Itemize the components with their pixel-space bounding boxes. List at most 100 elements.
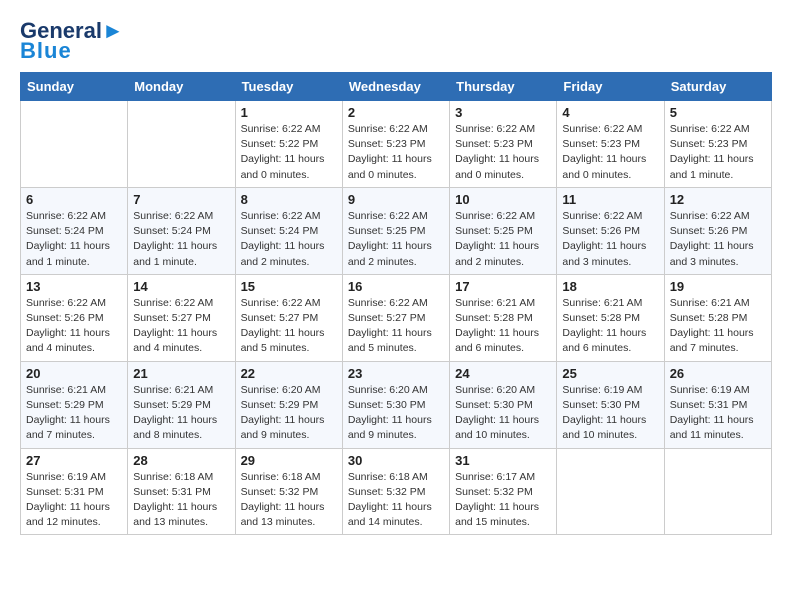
- day-info: Sunrise: 6:21 AM Sunset: 5:29 PM Dayligh…: [26, 383, 122, 444]
- day-info: Sunrise: 6:18 AM Sunset: 5:32 PM Dayligh…: [241, 470, 337, 531]
- calendar-cell: [128, 101, 235, 188]
- day-info: Sunrise: 6:22 AM Sunset: 5:25 PM Dayligh…: [455, 209, 551, 270]
- day-number: 18: [562, 279, 658, 294]
- day-info: Sunrise: 6:22 AM Sunset: 5:27 PM Dayligh…: [133, 296, 229, 357]
- day-number: 7: [133, 192, 229, 207]
- day-info: Sunrise: 6:19 AM Sunset: 5:31 PM Dayligh…: [670, 383, 766, 444]
- calendar-cell: 5 Sunrise: 6:22 AM Sunset: 5:23 PM Daylig…: [664, 101, 771, 188]
- day-number: 19: [670, 279, 766, 294]
- calendar-cell: 8Sunrise: 6:22 AM Sunset: 5:24 PM Daylig…: [235, 187, 342, 274]
- day-number: 17: [455, 279, 551, 294]
- calendar-cell: 10 Sunrise: 6:22 AM Sunset: 5:25 PM Dayli…: [450, 187, 557, 274]
- day-number: 10: [455, 192, 551, 207]
- calendar-cell: 15 Sunrise: 6:22 AM Sunset: 5:27 PM Dayli…: [235, 274, 342, 361]
- calendar-cell: 2 Sunrise: 6:22 AM Sunset: 5:23 PM Daylig…: [342, 101, 449, 188]
- calendar-header-wednesday: Wednesday: [342, 73, 449, 101]
- calendar-cell: 7 Sunrise: 6:22 AM Sunset: 5:24 PM Daylig…: [128, 187, 235, 274]
- day-number: 25: [562, 366, 658, 381]
- day-info: Sunrise: 6:21 AM Sunset: 5:29 PM Dayligh…: [133, 383, 229, 444]
- day-info: Sunrise: 6:17 AM Sunset: 5:32 PM Dayligh…: [455, 470, 551, 531]
- day-info: Sunrise: 6:20 AM Sunset: 5:29 PM Dayligh…: [241, 383, 337, 444]
- calendar-cell: 6 Sunrise: 6:22 AM Sunset: 5:24 PM Daylig…: [21, 187, 128, 274]
- calendar-header-tuesday: Tuesday: [235, 73, 342, 101]
- calendar-cell: 19 Sunrise: 6:21 AM Sunset: 5:28 PM Dayli…: [664, 274, 771, 361]
- day-number: 14: [133, 279, 229, 294]
- calendar-cell: 4 Sunrise: 6:22 AM Sunset: 5:23 PM Daylig…: [557, 101, 664, 188]
- day-info: Sunrise: 6:22 AM Sunset: 5:26 PM Dayligh…: [562, 209, 658, 270]
- calendar-cell: 31 Sunrise: 6:17 AM Sunset: 5:32 PM Dayli…: [450, 448, 557, 535]
- day-info: Sunrise: 6:18 AM Sunset: 5:31 PM Dayligh…: [133, 470, 229, 531]
- calendar-week-row: 1 Sunrise: 6:22 AM Sunset: 5:22 PM Daylig…: [21, 101, 772, 188]
- day-number: 4: [562, 105, 658, 120]
- calendar-cell: 20 Sunrise: 6:21 AM Sunset: 5:29 PM Dayli…: [21, 361, 128, 448]
- calendar-cell: 25Sunrise: 6:19 AM Sunset: 5:30 PM Dayli…: [557, 361, 664, 448]
- day-number: 6: [26, 192, 122, 207]
- day-info: Sunrise: 6:22 AM Sunset: 5:25 PM Dayligh…: [348, 209, 444, 270]
- day-info: Sunrise: 6:22 AM Sunset: 5:26 PM Dayligh…: [26, 296, 122, 357]
- day-info: Sunrise: 6:22 AM Sunset: 5:27 PM Dayligh…: [348, 296, 444, 357]
- day-info: Sunrise: 6:21 AM Sunset: 5:28 PM Dayligh…: [455, 296, 551, 357]
- calendar-cell: 12Sunrise: 6:22 AM Sunset: 5:26 PM Dayli…: [664, 187, 771, 274]
- calendar-header-thursday: Thursday: [450, 73, 557, 101]
- calendar-week-row: 13 Sunrise: 6:22 AM Sunset: 5:26 PM Dayli…: [21, 274, 772, 361]
- day-info: Sunrise: 6:22 AM Sunset: 5:22 PM Dayligh…: [241, 122, 337, 183]
- calendar-cell: 9Sunrise: 6:22 AM Sunset: 5:25 PM Daylig…: [342, 187, 449, 274]
- calendar-cell: [21, 101, 128, 188]
- day-info: Sunrise: 6:22 AM Sunset: 5:27 PM Dayligh…: [241, 296, 337, 357]
- day-number: 15: [241, 279, 337, 294]
- day-number: 16: [348, 279, 444, 294]
- calendar-header-saturday: Saturday: [664, 73, 771, 101]
- calendar-header-row: SundayMondayTuesdayWednesdayThursdayFrid…: [21, 73, 772, 101]
- day-number: 26: [670, 366, 766, 381]
- calendar-cell: 26 Sunrise: 6:19 AM Sunset: 5:31 PM Dayli…: [664, 361, 771, 448]
- calendar-cell: 18 Sunrise: 6:21 AM Sunset: 5:28 PM Dayli…: [557, 274, 664, 361]
- calendar-header-monday: Monday: [128, 73, 235, 101]
- calendar-cell: 13 Sunrise: 6:22 AM Sunset: 5:26 PM Dayli…: [21, 274, 128, 361]
- day-info: Sunrise: 6:22 AM Sunset: 5:23 PM Dayligh…: [348, 122, 444, 183]
- calendar-cell: 21Sunrise: 6:21 AM Sunset: 5:29 PM Dayli…: [128, 361, 235, 448]
- day-number: 24: [455, 366, 551, 381]
- calendar-cell: 3Sunrise: 6:22 AM Sunset: 5:23 PM Daylig…: [450, 101, 557, 188]
- day-number: 29: [241, 453, 337, 468]
- day-info: Sunrise: 6:22 AM Sunset: 5:24 PM Dayligh…: [26, 209, 122, 270]
- day-number: 31: [455, 453, 551, 468]
- calendar-cell: 14 Sunrise: 6:22 AM Sunset: 5:27 PM Dayli…: [128, 274, 235, 361]
- calendar-cell: 27 Sunrise: 6:19 AM Sunset: 5:31 PM Dayli…: [21, 448, 128, 535]
- calendar-week-row: 27 Sunrise: 6:19 AM Sunset: 5:31 PM Dayli…: [21, 448, 772, 535]
- calendar-cell: 1 Sunrise: 6:22 AM Sunset: 5:22 PM Daylig…: [235, 101, 342, 188]
- calendar-week-row: 6 Sunrise: 6:22 AM Sunset: 5:24 PM Daylig…: [21, 187, 772, 274]
- day-number: 20: [26, 366, 122, 381]
- calendar-header-friday: Friday: [557, 73, 664, 101]
- day-number: 5: [670, 105, 766, 120]
- calendar-cell: [664, 448, 771, 535]
- day-info: Sunrise: 6:21 AM Sunset: 5:28 PM Dayligh…: [562, 296, 658, 357]
- calendar-table: SundayMondayTuesdayWednesdayThursdayFrid…: [20, 72, 772, 535]
- calendar-cell: 17 Sunrise: 6:21 AM Sunset: 5:28 PM Dayli…: [450, 274, 557, 361]
- calendar-cell: 11Sunrise: 6:22 AM Sunset: 5:26 PM Dayli…: [557, 187, 664, 274]
- day-info: Sunrise: 6:19 AM Sunset: 5:31 PM Dayligh…: [26, 470, 122, 531]
- calendar-cell: [557, 448, 664, 535]
- day-number: 1: [241, 105, 337, 120]
- day-number: 28: [133, 453, 229, 468]
- day-info: Sunrise: 6:18 AM Sunset: 5:32 PM Dayligh…: [348, 470, 444, 531]
- day-info: Sunrise: 6:22 AM Sunset: 5:23 PM Dayligh…: [670, 122, 766, 183]
- day-info: Sunrise: 6:22 AM Sunset: 5:23 PM Dayligh…: [562, 122, 658, 183]
- day-number: 13: [26, 279, 122, 294]
- calendar-cell: 24 Sunrise: 6:20 AM Sunset: 5:30 PM Dayli…: [450, 361, 557, 448]
- day-info: Sunrise: 6:22 AM Sunset: 5:24 PM Dayligh…: [133, 209, 229, 270]
- calendar-cell: 29 Sunrise: 6:18 AM Sunset: 5:32 PM Dayli…: [235, 448, 342, 535]
- calendar-cell: 16 Sunrise: 6:22 AM Sunset: 5:27 PM Dayli…: [342, 274, 449, 361]
- calendar-week-row: 20 Sunrise: 6:21 AM Sunset: 5:29 PM Dayli…: [21, 361, 772, 448]
- day-number: 27: [26, 453, 122, 468]
- day-info: Sunrise: 6:20 AM Sunset: 5:30 PM Dayligh…: [455, 383, 551, 444]
- calendar-cell: 23Sunrise: 6:20 AM Sunset: 5:30 PM Dayli…: [342, 361, 449, 448]
- day-number: 22: [241, 366, 337, 381]
- day-info: Sunrise: 6:22 AM Sunset: 5:23 PM Dayligh…: [455, 122, 551, 183]
- day-number: 8: [241, 192, 337, 207]
- logo-blue: Blue: [20, 38, 72, 64]
- day-info: Sunrise: 6:21 AM Sunset: 5:28 PM Dayligh…: [670, 296, 766, 357]
- calendar-header-sunday: Sunday: [21, 73, 128, 101]
- day-number: 2: [348, 105, 444, 120]
- calendar-cell: 28 Sunrise: 6:18 AM Sunset: 5:31 PM Dayli…: [128, 448, 235, 535]
- day-number: 23: [348, 366, 444, 381]
